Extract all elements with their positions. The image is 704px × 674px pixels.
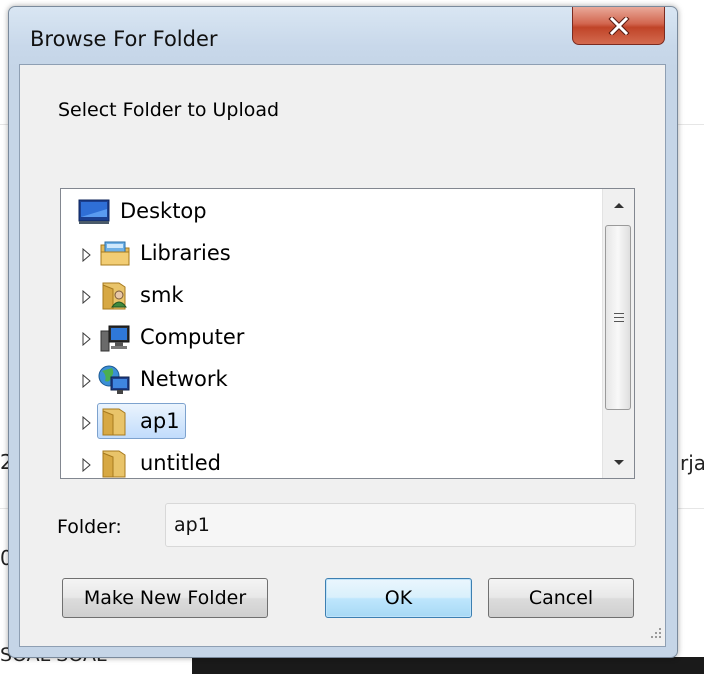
tree-item-label: Desktop — [120, 199, 207, 223]
libraries-icon — [99, 239, 131, 271]
tree-item-label: Network — [140, 367, 228, 391]
close-icon — [607, 16, 630, 35]
expand-arrow-icon[interactable] — [82, 247, 91, 266]
tree-item-label: ap1 — [140, 409, 180, 433]
ok-button[interactable]: OK — [325, 578, 472, 618]
tree-scrollbar[interactable] — [602, 189, 634, 478]
desktop-icon — [78, 197, 110, 229]
browse-for-folder-dialog: Browse For Folder Select Folder to Uploa… — [8, 6, 678, 658]
folder-icon — [99, 407, 131, 441]
scroll-up-icon — [613, 202, 624, 208]
tree-item-untitled[interactable]: untitled — [61, 445, 601, 478]
folder-tree[interactable]: Desktop Libraries smk Computer Network a… — [60, 188, 635, 479]
tree-item-label: Libraries — [140, 241, 231, 265]
expand-arrow-icon[interactable] — [82, 373, 91, 392]
scroll-down-icon — [613, 459, 624, 465]
scroll-thumb[interactable] — [605, 225, 631, 410]
tree-item-label: untitled — [140, 451, 222, 475]
grip-icon — [614, 313, 624, 322]
expand-arrow-icon[interactable] — [82, 457, 91, 476]
folder-name-field[interactable] — [165, 503, 636, 547]
dialog-prompt: Select Folder to Upload — [58, 99, 280, 121]
resize-grip-icon[interactable] — [650, 624, 662, 643]
network-icon — [97, 365, 131, 399]
make-new-folder-button[interactable]: Make New Folder — [62, 578, 268, 618]
tree-item-desktop[interactable]: Desktop — [61, 193, 601, 229]
tree-item-libraries[interactable]: Libraries — [61, 235, 601, 271]
user-folder-icon — [99, 281, 131, 315]
scroll-up-button[interactable] — [603, 189, 634, 220]
scroll-down-button[interactable] — [603, 447, 634, 478]
tree-item-computer[interactable]: Computer — [61, 319, 601, 355]
tree-item-network[interactable]: Network — [61, 361, 601, 397]
folder-label: Folder: — [57, 516, 122, 538]
expand-arrow-icon[interactable] — [82, 331, 91, 350]
expand-arrow-icon[interactable] — [82, 289, 91, 308]
background-text: rja — [680, 451, 704, 475]
close-button[interactable] — [572, 7, 665, 45]
dialog-client-area: Select Folder to Upload Desktop Librarie… — [19, 64, 666, 647]
dialog-title: Browse For Folder — [30, 27, 218, 51]
folder-icon — [99, 449, 131, 478]
expand-arrow-icon[interactable] — [82, 415, 91, 434]
background-taskbar — [192, 657, 704, 674]
tree-item-label: Computer — [140, 325, 245, 349]
tree-item-label: smk — [140, 283, 184, 307]
tree-item-smk[interactable]: smk — [61, 277, 601, 313]
cancel-button[interactable]: Cancel — [488, 578, 634, 618]
tree-item-ap1[interactable]: ap1 — [61, 403, 601, 439]
computer-icon — [99, 323, 131, 357]
